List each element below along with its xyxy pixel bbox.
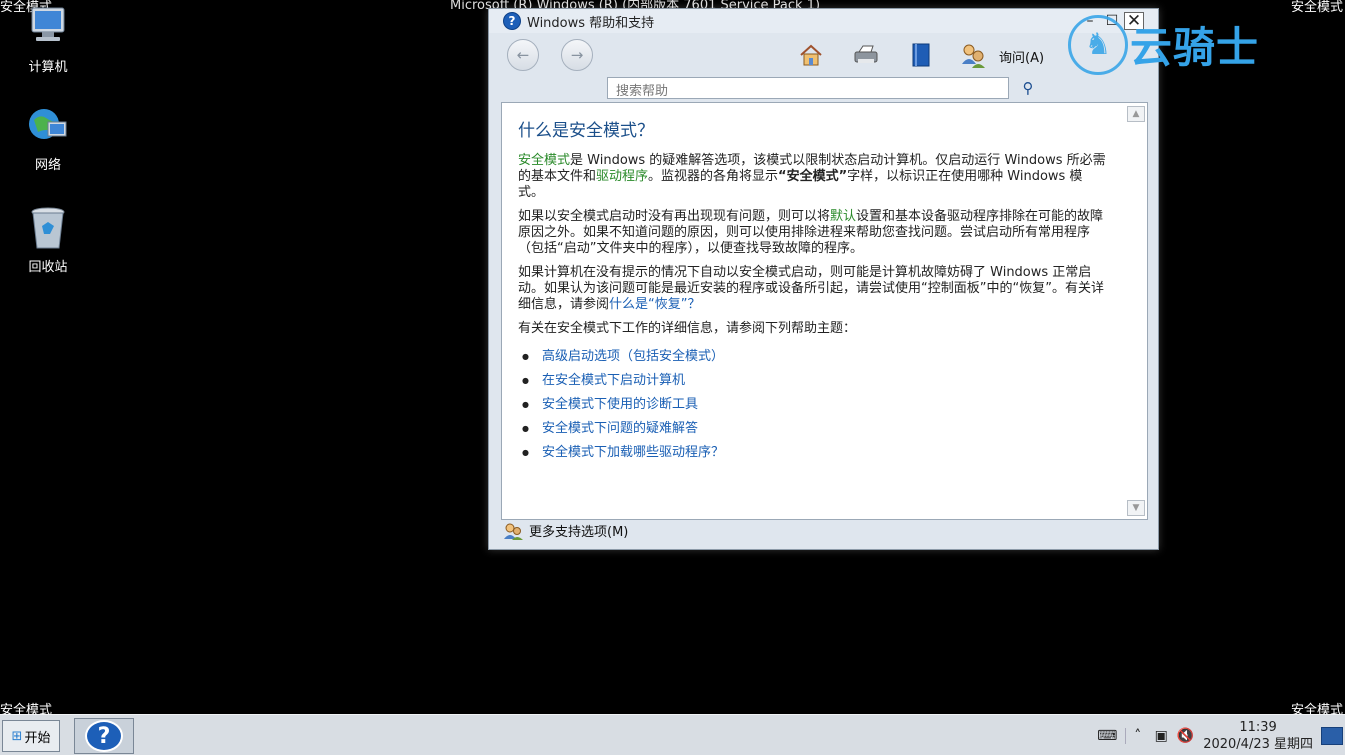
search-icon: ⚲ bbox=[1022, 79, 1034, 97]
ask-icon bbox=[962, 44, 985, 68]
safe-mode-label-top-right: 安全模式 bbox=[1290, 0, 1343, 15]
volume-muted-icon[interactable]: 🔇 bbox=[1173, 728, 1197, 744]
back-button[interactable]: ← bbox=[507, 39, 539, 71]
windows-logo-icon: ⊞ bbox=[11, 728, 23, 744]
network-tray-icon[interactable]: ▣ bbox=[1149, 728, 1173, 744]
ask-menu[interactable]: 询问(A) bbox=[999, 47, 1044, 66]
desktop-icon-recycle-bin[interactable]: 回收站 bbox=[8, 204, 88, 275]
support-people-icon bbox=[504, 523, 523, 540]
show-hidden-icons-icon[interactable]: ˄ bbox=[1125, 727, 1149, 744]
scroll-down-button[interactable]: ▼ bbox=[1127, 500, 1145, 516]
show-desktop-button[interactable] bbox=[1321, 726, 1343, 745]
glossary-link-default[interactable]: 默认 bbox=[830, 209, 856, 224]
article-paragraph-3: 如果计算机在没有提示的情况下自动以安全模式启动，则可能是计算机故障妨碍了 Win… bbox=[518, 265, 1104, 312]
home-button[interactable] bbox=[797, 41, 825, 69]
search-help-input[interactable]: 搜索帮助 bbox=[607, 77, 1009, 99]
browse-help-icon bbox=[912, 43, 930, 67]
browse-help-button[interactable] bbox=[907, 41, 935, 69]
link-what-is-recovery[interactable]: 什么是“恢复”？ bbox=[609, 297, 700, 312]
desktop-icon-network[interactable]: 网络 bbox=[8, 102, 88, 173]
help-icon: ? bbox=[85, 720, 123, 752]
window-title: Windows 帮助和支持 bbox=[527, 15, 655, 31]
print-icon bbox=[854, 45, 878, 63]
taskbar: ⊞ 开始 ? ⌨ ˄ ▣ 🔇 11:39 2020/4/23 星期四 bbox=[0, 714, 1345, 755]
desktop-icon-label: 计算机 bbox=[28, 60, 68, 75]
start-button[interactable]: ⊞ 开始 bbox=[2, 720, 60, 752]
related-topics-list: 高级启动选项（包括安全模式） 在安全模式下启动计算机 安全模式下使用的诊断工具 … bbox=[518, 345, 1106, 465]
help-article: 什么是安全模式？ 安全模式是 Windows 的疑难解答选项，该模式以限制状态启… bbox=[518, 121, 1106, 466]
desktop-icon-computer[interactable]: 计算机 bbox=[8, 4, 88, 75]
taskbar-help-and-support[interactable]: ? bbox=[74, 718, 134, 754]
forward-arrow-icon: → bbox=[570, 46, 584, 64]
desktop-icon-label: 回收站 bbox=[28, 260, 68, 275]
desktop-icon-label: 网络 bbox=[34, 158, 61, 173]
back-arrow-icon: ← bbox=[516, 46, 530, 64]
help-and-support-window: ? Windows 帮助和支持 – ☐ ✕ ← → 询问(A) 搜索帮助 ⚲ ▲… bbox=[488, 8, 1159, 550]
help-content-pane: ▲ ▼ 什么是安全模式？ 安全模式是 Windows 的疑难解答选项，该模式以限… bbox=[501, 102, 1148, 520]
clock[interactable]: 11:39 2020/4/23 星期四 bbox=[1203, 719, 1313, 753]
home-icon bbox=[800, 44, 822, 66]
related-topic-link[interactable]: 高级启动选项（包括安全模式） bbox=[518, 345, 1106, 369]
ask-button[interactable] bbox=[959, 41, 987, 69]
more-support-label: 更多支持选项(M) bbox=[529, 525, 629, 540]
scroll-up-button[interactable]: ▲ bbox=[1127, 106, 1145, 122]
article-heading: 什么是安全模式？ bbox=[518, 121, 654, 141]
related-topic-link[interactable]: 安全模式下使用的诊断工具 bbox=[518, 393, 1106, 417]
knight-logo-icon: ♞ bbox=[1068, 14, 1128, 75]
related-topic-link[interactable]: 安全模式下问题的疑难解答 bbox=[518, 417, 1106, 441]
start-label: 开始 bbox=[24, 730, 51, 746]
help-icon: ? bbox=[503, 12, 521, 30]
help-toolbar: ← → 询问(A) bbox=[489, 33, 1158, 71]
glossary-link-safe-mode[interactable]: 安全模式 bbox=[518, 153, 570, 168]
article-paragraph-2: 如果以安全模式启动时没有再出现现有问题，则可以将默认设置和基本设备驱动程序排除在… bbox=[518, 209, 1104, 256]
keyboard-icon[interactable]: ⌨ bbox=[1095, 728, 1119, 744]
article-paragraph-1: 安全模式是 Windows 的疑难解答选项，该模式以限制状态启动计算机。仅启动运… bbox=[518, 153, 1106, 200]
print-button[interactable] bbox=[851, 41, 879, 69]
more-support-options-link[interactable]: 更多支持选项(M) bbox=[503, 521, 628, 540]
watermark-text: 云骑士 bbox=[1130, 23, 1260, 72]
recycle-bin-icon bbox=[24, 204, 72, 252]
forward-button[interactable]: → bbox=[561, 39, 593, 71]
related-topic-link[interactable]: 安全模式下加载哪些驱动程序？ bbox=[518, 441, 1106, 465]
computer-icon bbox=[24, 4, 72, 52]
clock-time: 11:39 bbox=[1239, 719, 1277, 735]
glossary-link-driver[interactable]: 驱动程序 bbox=[596, 169, 648, 184]
window-titlebar[interactable]: ? Windows 帮助和支持 bbox=[489, 9, 1158, 33]
related-topic-link[interactable]: 在安全模式下启动计算机 bbox=[518, 369, 1106, 393]
search-button[interactable]: ⚲ bbox=[1017, 77, 1039, 99]
article-paragraph-4: 有关在安全模式下工作的详细信息，请参阅下列帮助主题： bbox=[518, 321, 857, 336]
system-tray: ⌨ ˄ ▣ 🔇 11:39 2020/4/23 星期四 bbox=[1095, 715, 1345, 755]
network-icon bbox=[24, 102, 72, 150]
watermark-logo: ♞ 云骑士 bbox=[1068, 14, 1259, 75]
clock-date: 2020/4/23 星期四 bbox=[1203, 736, 1313, 752]
